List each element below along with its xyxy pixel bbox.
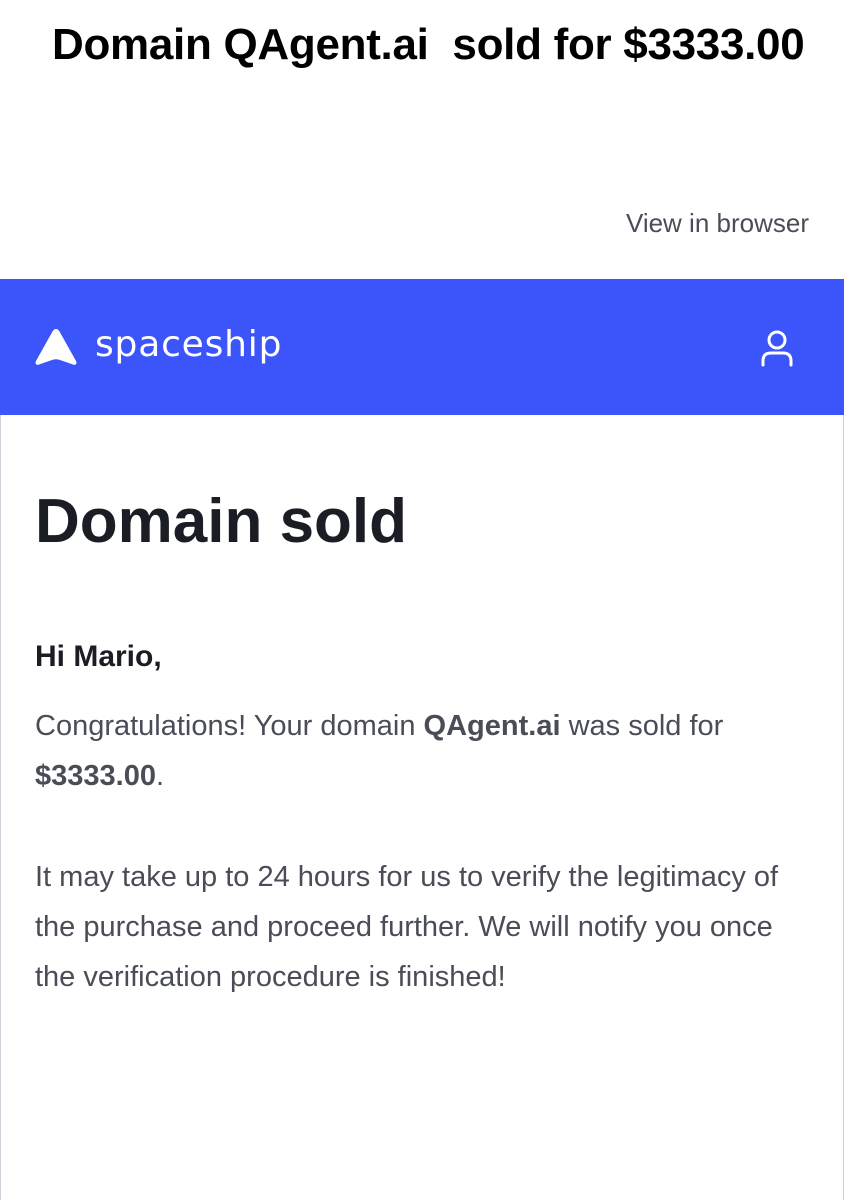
- brand[interactable]: spaceship: [33, 279, 282, 415]
- view-in-browser-link[interactable]: View in browser: [626, 206, 809, 240]
- sale-price: $3333.00: [35, 760, 156, 792]
- spaceship-logo-icon: [35, 329, 77, 365]
- greeting: Hi Mario,: [35, 640, 162, 673]
- congrats-middle: was sold for: [560, 710, 724, 742]
- congrats-suffix: .: [155, 760, 165, 792]
- email-content: Domain sold Hi Mario, Congratulations! Y…: [0, 415, 844, 1200]
- congrats-prefix: Congratulations! Your domain: [35, 710, 424, 742]
- congratulations-paragraph: Congratulations! Your domain QAgent.ai w…: [35, 701, 815, 801]
- email-view: Domain QAgent.ai sold for $3333.00 View …: [0, 0, 844, 1200]
- brand-header: spaceship: [0, 279, 844, 415]
- page-title: Domain sold: [35, 487, 408, 556]
- verification-paragraph: It may take up to 24 hours for us to ver…: [35, 861, 779, 993]
- email-subject: Domain QAgent.ai sold for $3333.00: [52, 20, 805, 69]
- brand-name: spaceship: [95, 323, 283, 365]
- domain-name: QAgent.ai: [423, 710, 561, 742]
- user-icon[interactable]: [760, 329, 794, 367]
